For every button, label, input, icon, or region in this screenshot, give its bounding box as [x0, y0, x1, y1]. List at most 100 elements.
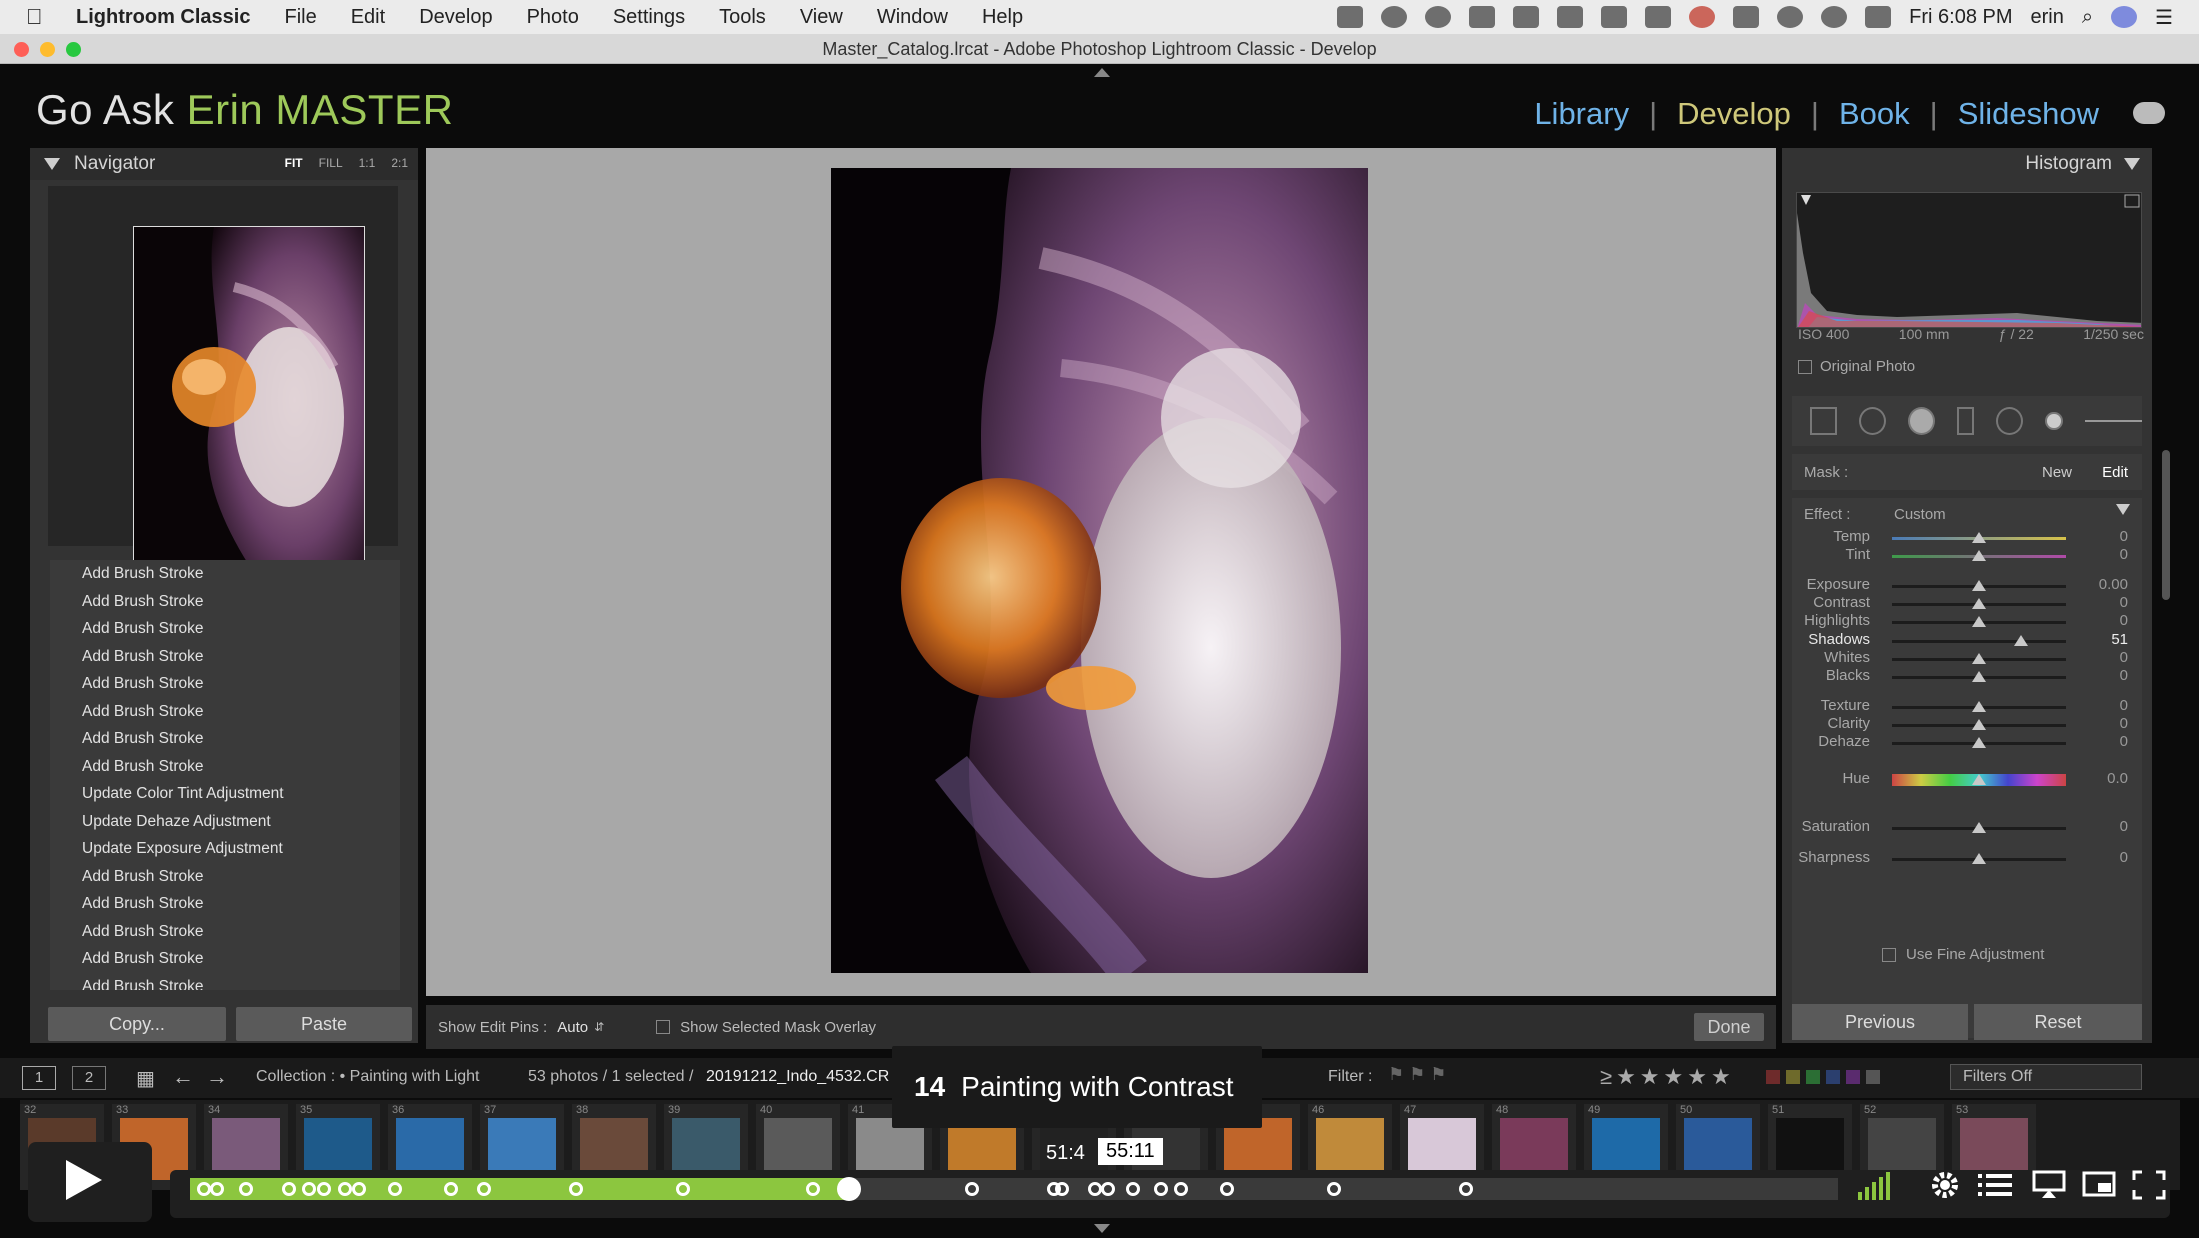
slider-blacks[interactable]: Blacks 0: [1792, 667, 2142, 687]
navigator-preview-area[interactable]: [48, 186, 398, 572]
color-label-filter[interactable]: [1766, 1070, 1880, 1084]
screen-icon[interactable]: [1337, 6, 1364, 28]
mask-new-button[interactable]: New: [2042, 464, 2072, 481]
menu-help[interactable]: Help: [982, 6, 1023, 29]
module-book[interactable]: Book: [1839, 96, 1910, 132]
slider-value[interactable]: 0: [2120, 612, 2128, 629]
chapter-marker-dot[interactable]: [569, 1182, 584, 1196]
slider-knob[interactable]: [1972, 616, 1986, 627]
slider-sharpness[interactable]: Sharpness 0: [1792, 849, 2142, 869]
mail-icon[interactable]: [1469, 6, 1496, 28]
crop-tool-icon[interactable]: [1810, 407, 1837, 435]
menu-view[interactable]: View: [800, 6, 843, 29]
previous-button[interactable]: Previous: [1792, 1004, 1968, 1040]
slider-whites[interactable]: Whites 0: [1792, 649, 2142, 669]
reset-button[interactable]: Reset: [1974, 1004, 2142, 1040]
edit-pins-select[interactable]: Auto: [557, 1019, 588, 1036]
filter-preset-select[interactable]: Filters Off: [1950, 1064, 2142, 1090]
sync-icon[interactable]: [1777, 6, 1804, 28]
forward-arrow-icon[interactable]: →: [206, 1064, 228, 1090]
slider-knob[interactable]: [1972, 719, 1986, 730]
volume-icon[interactable]: [1865, 6, 1892, 28]
slider-value[interactable]: 0: [2120, 546, 2128, 563]
back-arrow-icon[interactable]: ←: [172, 1064, 194, 1090]
slider-temp[interactable]: Temp 0: [1792, 528, 2142, 548]
zoom-2-1[interactable]: 2:1: [391, 156, 408, 170]
module-library[interactable]: Library: [1534, 96, 1629, 132]
chapter-marker-dot[interactable]: [209, 1182, 224, 1196]
slider-hue[interactable]: Hue 0.0: [1792, 770, 2142, 790]
slider-value[interactable]: 0: [2120, 818, 2128, 835]
chapter-marker-dot[interactable]: [316, 1182, 331, 1196]
chapter-marker-dot[interactable]: [443, 1182, 458, 1196]
menu-photo[interactable]: Photo: [527, 6, 579, 29]
settings-gear-icon[interactable]: [1928, 1170, 1962, 1200]
chapter-marker-dot[interactable]: [196, 1182, 211, 1196]
fine-adjust-toggle[interactable]: Use Fine Adjustment: [1882, 946, 2044, 963]
apple-icon[interactable]: : [26, 4, 66, 30]
slider-value[interactable]: 0.0: [2107, 770, 2128, 787]
menu-settings[interactable]: Settings: [613, 6, 685, 29]
slider-tint[interactable]: Tint 0: [1792, 546, 2142, 566]
menu-app-name[interactable]: Lightroom Classic: [76, 6, 250, 29]
menubar-clock[interactable]: Fri 6:08 PM: [1909, 6, 2012, 29]
history-item[interactable]: Update Dehaze Adjustment: [50, 808, 400, 836]
secondary-screen-button[interactable]: 2: [72, 1066, 106, 1090]
bottom-panel-toggle-icon[interactable]: [1094, 1224, 1110, 1233]
slider-exposure[interactable]: Exposure 0.00: [1792, 576, 2142, 596]
adjustment-brush-icon[interactable]: [2045, 412, 2063, 430]
star-rating-filter[interactable]: ≥★★★★★: [1600, 1064, 1735, 1090]
slider-knob[interactable]: [1972, 822, 1986, 833]
navigator-thumbnail[interactable]: [133, 226, 365, 572]
slider-value[interactable]: 0: [2120, 715, 2128, 732]
chapter-marker-dot[interactable]: [387, 1182, 402, 1196]
slider-knob[interactable]: [1972, 598, 1986, 609]
chapter-marker-dot[interactable]: [1173, 1182, 1188, 1196]
chapter-marker-dot[interactable]: [1126, 1182, 1141, 1196]
effect-collapse-icon[interactable]: [2116, 504, 2130, 515]
zoom-1-1[interactable]: 1:1: [359, 156, 376, 170]
brush-size-slider[interactable]: [2084, 420, 2142, 422]
graduated-filter-icon[interactable]: [1956, 407, 1975, 435]
history-item[interactable]: Add Brush Stroke: [50, 725, 400, 753]
chapter-marker-dot[interactable]: [964, 1182, 979, 1196]
chapter-marker-dot[interactable]: [476, 1182, 491, 1196]
zoom-window-button[interactable]: [66, 42, 81, 57]
history-item[interactable]: Update Exposure Adjustment: [50, 835, 400, 863]
volume-bars-icon[interactable]: [1858, 1170, 1892, 1200]
chapter-marker-dot[interactable]: [1220, 1182, 1234, 1196]
history-item[interactable]: Add Brush Stroke: [50, 973, 400, 991]
chapter-marker-dot[interactable]: [302, 1182, 317, 1196]
slider-knob[interactable]: [1972, 653, 1986, 664]
fine-adjust-checkbox[interactable]: [1882, 947, 1896, 962]
history-item[interactable]: Add Brush Stroke: [50, 670, 400, 698]
chapter-marker-dot[interactable]: [351, 1182, 366, 1196]
radial-filter-icon[interactable]: [1996, 407, 2024, 435]
creative-cloud-icon[interactable]: [1381, 6, 1408, 28]
slider-value[interactable]: 0: [2120, 697, 2128, 714]
menu-tools[interactable]: Tools: [719, 6, 766, 29]
main-photo[interactable]: [831, 168, 1368, 973]
cloud-sync-icon[interactable]: [2133, 102, 2165, 124]
slider-knob[interactable]: [1972, 580, 1986, 591]
slider-knob[interactable]: [1972, 853, 1986, 864]
slider-saturation[interactable]: Saturation 0: [1792, 818, 2142, 838]
history-item[interactable]: Add Brush Stroke: [50, 698, 400, 726]
slider-texture[interactable]: Texture 0: [1792, 697, 2142, 717]
history-item[interactable]: Add Brush Stroke: [50, 863, 400, 891]
main-screen-button[interactable]: 1: [22, 1066, 56, 1090]
red-eye-icon[interactable]: [1907, 407, 1935, 435]
notification-center-icon[interactable]: ☰: [2155, 5, 2173, 30]
original-photo-checkbox[interactable]: [1798, 359, 1812, 374]
spot-removal-icon[interactable]: [1858, 407, 1886, 435]
history-item[interactable]: Add Brush Stroke: [50, 945, 400, 973]
top-panel-toggle-icon[interactable]: [1094, 68, 1110, 77]
menu-window[interactable]: Window: [877, 6, 948, 29]
slider-value[interactable]: 0: [2120, 528, 2128, 545]
history-item[interactable]: Update Color Tint Adjustment: [50, 780, 400, 808]
onepassword-icon[interactable]: [1425, 6, 1452, 28]
airplay-icon[interactable]: [1733, 6, 1760, 28]
record-icon[interactable]: [1689, 6, 1716, 28]
slider-highlights[interactable]: Highlights 0: [1792, 612, 2142, 632]
slider-clarity[interactable]: Clarity 0: [1792, 715, 2142, 735]
